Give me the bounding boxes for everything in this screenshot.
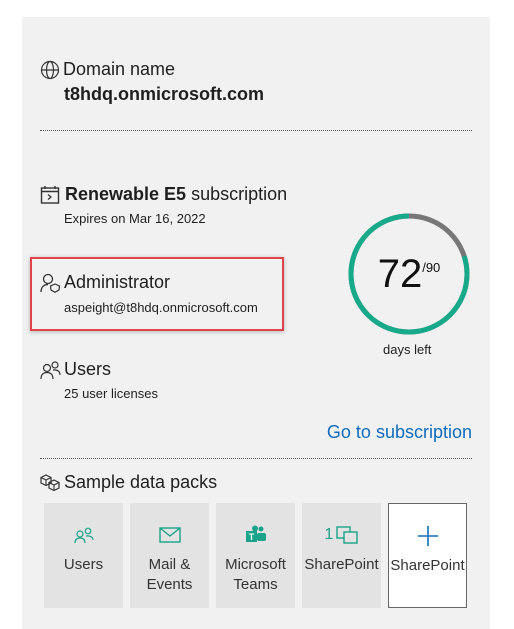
divider [40,130,472,131]
sample-sharepoint-tile[interactable]: 1 SharePoint [302,503,381,608]
users-heading-row: Users [40,359,111,380]
days-left-label: days left [383,342,432,357]
tile-label: Mail & Events [146,556,193,593]
teams-icon: T [245,523,267,547]
add-icon [417,524,439,548]
tile-label: SharePoint [390,557,465,574]
days-remaining: 72 [377,251,423,296]
sample-teams-tile[interactable]: T Microsoft Teams [216,503,295,608]
sharepoint-badge: 1 [324,526,334,543]
sample-data-heading: Sample data packs [64,472,218,492]
go-to-subscription-link[interactable]: Go to subscription [327,422,472,443]
users-licenses: 25 user licenses [64,386,158,401]
days-left-ring: 72 /90 [347,212,471,336]
sample-users-tile[interactable]: Users [44,503,123,608]
subscription-name: Renewable E5 [65,184,187,204]
admin-person-icon [40,273,62,293]
packages-icon [40,473,62,493]
administrator-heading-row: Administrator [40,272,170,293]
people-icon [40,360,62,380]
divider [40,458,472,459]
subscription-expiry: Expires on Mar 16, 2022 [64,211,206,226]
sample-data-heading-row: Sample data packs [40,472,217,493]
users-heading: Users [64,359,112,379]
administrator-email: aspeight@t8hdq.onmicrosoft.com [64,300,258,315]
domain-value: t8hdq.onmicrosoft.com [64,84,265,104]
subscription-suffix: subscription [191,184,288,204]
subscription-heading-row: Renewable E5 subscription [40,184,287,205]
tile-label: SharePoint [304,556,379,573]
domain-heading-row: Domain name [40,59,175,80]
days-total: /90 [422,259,441,275]
administrator-heading: Administrator [64,272,171,292]
calendar-icon [40,185,60,205]
globe-icon [40,60,60,80]
sharepoint-icon: 1 [325,523,359,547]
domain-heading: Domain name [63,59,176,79]
sample-mail-events-tile[interactable]: Mail & Events [130,503,209,608]
people-icon [73,523,94,547]
mail-icon [158,523,181,547]
tile-label: Users [63,556,104,573]
add-sharepoint-tile[interactable]: SharePoint [388,503,467,608]
administrator-highlight [30,257,284,331]
svg-text:T: T [248,532,254,542]
tile-label: Microsoft Teams [225,556,286,593]
